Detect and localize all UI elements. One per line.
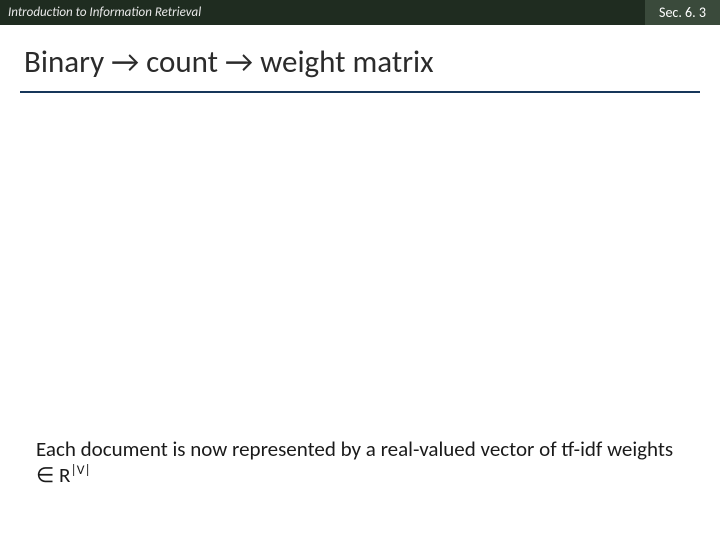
slide: Introduction to Information Retrieval Se…: [0, 0, 720, 540]
section-label: Sec. 6. 3: [645, 0, 720, 25]
course-title: Introduction to Information Retrieval: [0, 5, 201, 20]
body-exponent: |V|: [70, 461, 90, 478]
slide-title: Binary → count → weight matrix: [24, 43, 700, 81]
body-sentence: Each document is now represented by a re…: [36, 436, 673, 488]
title-area: Binary → count → weight matrix: [0, 25, 720, 87]
title-underline: [20, 91, 700, 93]
header-bar: Introduction to Information Retrieval Se…: [0, 0, 720, 25]
body-text: Each document is now represented by a re…: [36, 437, 684, 488]
body-area: Each document is now represented by a re…: [36, 437, 684, 488]
